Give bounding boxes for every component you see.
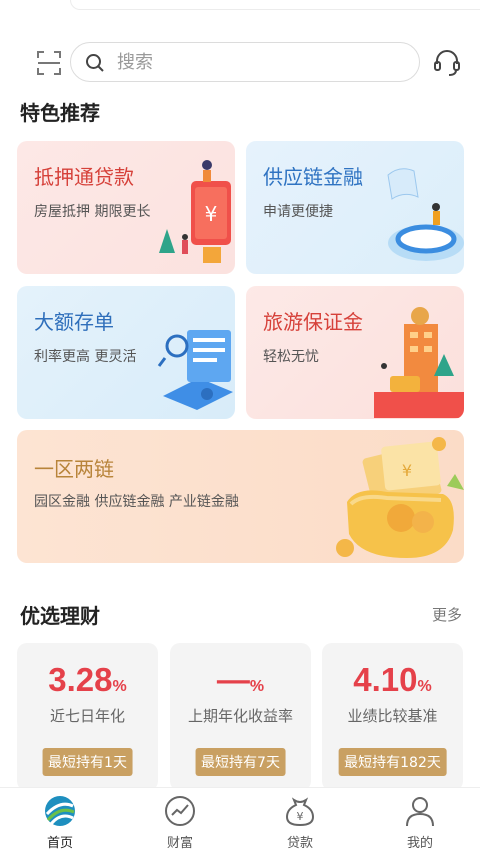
more-link[interactable]: 更多 bbox=[432, 604, 462, 625]
park-chain-finance-card[interactable]: 一区两链 园区金融 供应链金融 产业链金融 ¥ bbox=[17, 430, 464, 563]
travel-illustration-icon bbox=[374, 307, 464, 418]
card-title: 供应链金融 bbox=[263, 165, 363, 189]
rate-label: 业绩比较基准 bbox=[347, 707, 438, 725]
svg-text:¥: ¥ bbox=[205, 202, 218, 226]
svg-text:¥: ¥ bbox=[402, 461, 412, 480]
card-title: 抵押通贷款 bbox=[34, 165, 134, 189]
card-title: 大额存单 bbox=[34, 310, 114, 334]
card-subtitle: 利率更高 更灵活 bbox=[34, 349, 137, 365]
rate-value: —% bbox=[170, 661, 311, 699]
search-input[interactable] bbox=[117, 49, 407, 75]
card-subtitle: 园区金融 供应链金融 产业链金融 bbox=[34, 494, 239, 510]
top-decor-strip bbox=[70, 0, 480, 10]
rate-value: 3.28% bbox=[17, 661, 158, 699]
large-deposit-card[interactable]: 大额存单 利率更高 更灵活 bbox=[17, 286, 235, 419]
tab-label: 我的 bbox=[406, 836, 433, 851]
home-logo-icon bbox=[45, 796, 75, 826]
svg-text:¥: ¥ bbox=[297, 810, 304, 823]
wealth-product-card[interactable]: —% 上期年化收益率 最短持有7天 bbox=[170, 643, 311, 791]
trend-icon bbox=[165, 796, 195, 826]
card-title: 一区两链 bbox=[34, 457, 114, 481]
supply-chain-illustration-icon bbox=[387, 168, 464, 261]
rate-unit: % bbox=[112, 678, 127, 695]
wealth-product-card[interactable]: 4.10% 业绩比较基准 最短持有182天 bbox=[322, 643, 463, 791]
customer-service-icon[interactable] bbox=[433, 48, 461, 78]
wealth-product-card[interactable]: 3.28% 近七日年化 最短持有1天 bbox=[17, 643, 158, 791]
tab-loan[interactable]: ¥ 贷款 bbox=[260, 792, 340, 852]
tab-wealth[interactable]: 财富 bbox=[140, 792, 220, 852]
search-icon bbox=[86, 54, 104, 72]
tab-label: 首页 bbox=[46, 836, 73, 851]
search-box[interactable] bbox=[70, 42, 420, 82]
money-bag-icon: ¥ bbox=[285, 797, 315, 827]
card-title: 旅游保证金 bbox=[263, 310, 363, 334]
rate-unit: % bbox=[417, 678, 432, 695]
deposit-illustration-icon bbox=[157, 330, 233, 410]
holding-period-badge: 最短持有1天 bbox=[42, 748, 133, 776]
travel-deposit-card[interactable]: 旅游保证金 轻松无忧 bbox=[246, 286, 464, 419]
user-icon bbox=[406, 797, 434, 827]
rate-label: 近七日年化 bbox=[49, 707, 125, 725]
holding-period-badge: 最短持有182天 bbox=[338, 748, 447, 776]
rate-number: — bbox=[216, 661, 250, 698]
scan-icon[interactable] bbox=[36, 50, 62, 76]
tab-home[interactable]: 首页 bbox=[20, 792, 100, 852]
tab-label: 贷款 bbox=[286, 836, 313, 851]
money-pouch-illustration-icon: ¥ bbox=[336, 437, 464, 558]
rate-number: 3.28 bbox=[48, 661, 113, 698]
card-subtitle: 房屋抵押 期限更长 bbox=[34, 204, 151, 220]
mortgage-loan-card[interactable]: 抵押通贷款 房屋抵押 期限更长 ¥ bbox=[17, 141, 235, 274]
tab-profile[interactable]: 我的 bbox=[380, 792, 460, 852]
supply-chain-finance-card[interactable]: 供应链金融 申请更便捷 bbox=[246, 141, 464, 274]
rate-label: 上期年化收益率 bbox=[187, 707, 293, 725]
rate-number: 4.10 bbox=[353, 661, 418, 698]
card-subtitle: 申请更便捷 bbox=[263, 204, 333, 220]
wealth-section-title: 优选理财 bbox=[20, 604, 100, 628]
bottom-tab-bar: 首页 财富 ¥ 贷款 我的 bbox=[0, 787, 480, 853]
holding-period-badge: 最短持有7天 bbox=[195, 748, 286, 776]
search-bar-row bbox=[0, 40, 480, 86]
loan-illustration-icon: ¥ bbox=[159, 160, 231, 263]
featured-section-title: 特色推荐 bbox=[20, 101, 100, 125]
rate-unit: % bbox=[249, 678, 265, 695]
tab-label: 财富 bbox=[166, 836, 193, 851]
rate-value: 4.10% bbox=[322, 661, 463, 699]
card-subtitle: 轻松无忧 bbox=[263, 349, 319, 365]
